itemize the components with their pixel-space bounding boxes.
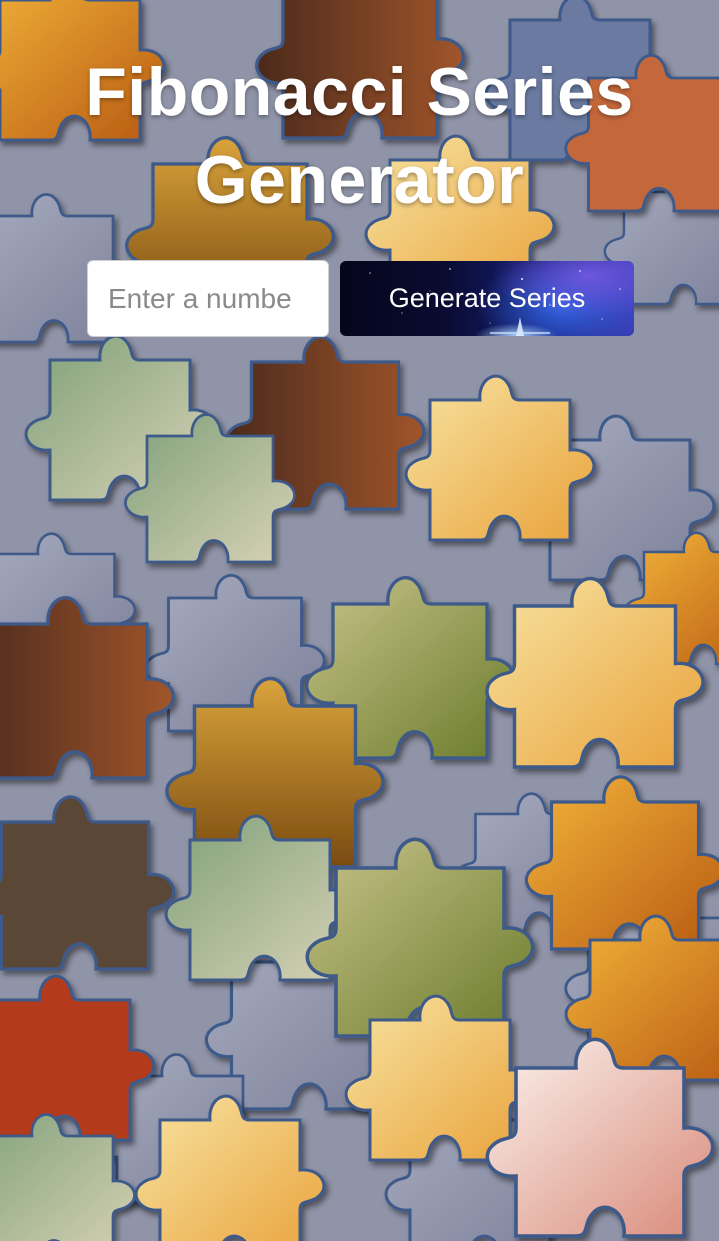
generate-series-button-label: Generate Series bbox=[388, 283, 586, 313]
page: Fibonacci Series Generator Enter a numbe… bbox=[0, 0, 719, 1241]
generator-form: Generate Series bbox=[87, 260, 635, 338]
number-input[interactable] bbox=[87, 260, 329, 337]
page-title: Fibonacci Series Generator bbox=[85, 54, 634, 218]
generate-series-button[interactable]: Generate Series bbox=[340, 261, 634, 336]
